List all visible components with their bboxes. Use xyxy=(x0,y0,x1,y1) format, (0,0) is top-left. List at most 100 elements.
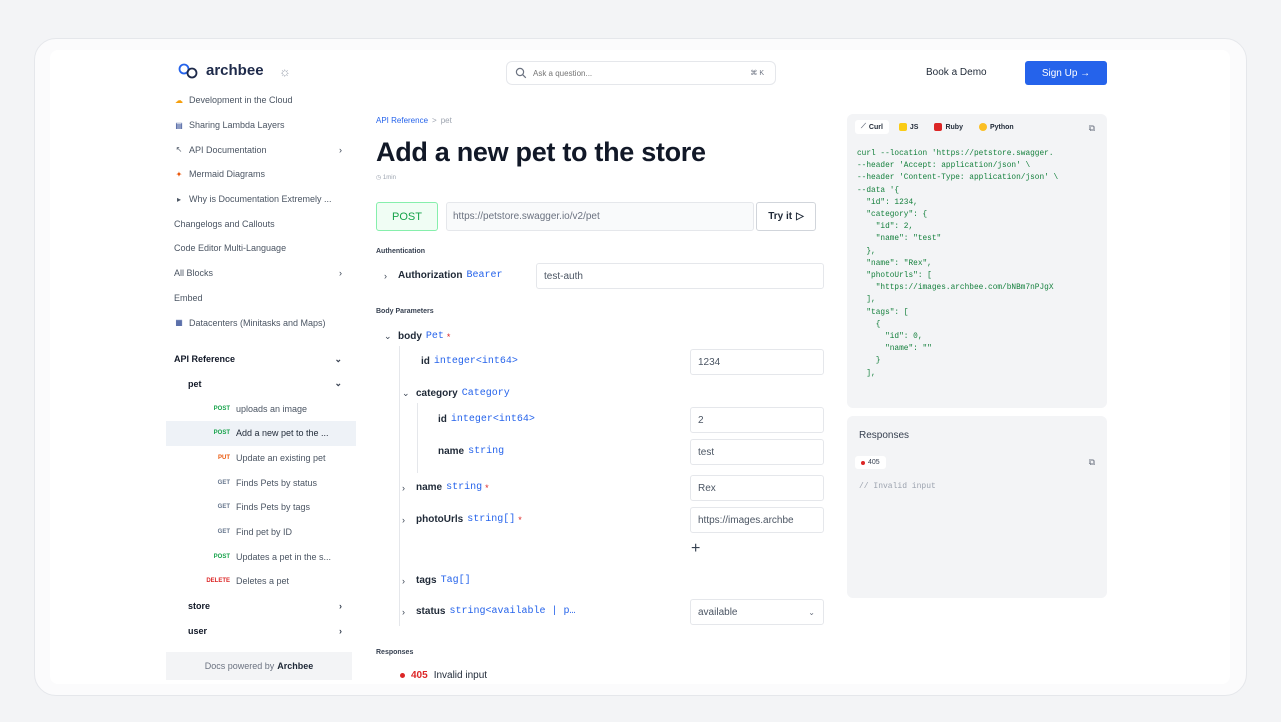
auth-param-name: Authorization xyxy=(398,270,463,281)
authentication-label: Authentication xyxy=(376,248,425,255)
photourls-param-type: string[] xyxy=(467,514,516,525)
category-name-row: name string xyxy=(438,446,504,457)
sidebar-endpoint-find-by-status[interactable]: GET Finds Pets by status xyxy=(166,470,356,495)
auth-token-field[interactable]: test-auth xyxy=(536,263,824,289)
body-param-type: Pet xyxy=(425,331,444,342)
name-field[interactable]: Rex xyxy=(690,475,824,501)
sidebar-item-code-editor[interactable]: Code Editor Multi-Language xyxy=(166,236,356,261)
tab-js[interactable]: JS xyxy=(893,120,925,134)
sidebar-group-pet[interactable]: pet ⌄ xyxy=(166,372,356,397)
response-code-tab[interactable]: 405 xyxy=(855,456,886,469)
sidebar-item-label: Development in the Cloud xyxy=(189,95,293,106)
chevron-right-icon: › xyxy=(402,606,405,617)
auth-param-row[interactable]: › Authorization Bearer xyxy=(384,270,502,281)
search-icon xyxy=(515,67,527,79)
name-param-row[interactable]: › name string * xyxy=(402,482,489,493)
sign-up-button[interactable]: Sign Up → xyxy=(1025,61,1107,85)
sidebar-item-label: Add a new pet to the ... xyxy=(236,428,329,439)
search-bar[interactable]: ⌘ K xyxy=(506,61,776,85)
sidebar-group-user[interactable]: user › xyxy=(166,618,356,643)
sidebar-item-label: Deletes a pet xyxy=(236,576,290,587)
sidebar-item-mermaid-diagrams[interactable]: ✦ Mermaid Diagrams xyxy=(166,162,356,187)
method-badge: POST xyxy=(213,430,230,437)
id-param-row: id integer<int64> xyxy=(421,356,518,367)
tab-label: Python xyxy=(989,123,1014,131)
tags-param-type: Tag[] xyxy=(440,575,471,586)
sidebar-item-lambda-layers[interactable]: ▤ Sharing Lambda Layers xyxy=(166,113,356,138)
photourls-field[interactable]: https://images.archbe xyxy=(690,507,824,533)
chevron-right-icon: › xyxy=(339,625,342,636)
id-field[interactable]: 1234 xyxy=(690,349,824,375)
sidebar-endpoint-update-pet-store[interactable]: POST Updates a pet in the s... xyxy=(166,544,356,569)
sidebar-item-label: Find pet by ID xyxy=(236,527,293,538)
response-item[interactable]: 405 Invalid input xyxy=(400,670,487,681)
play-icon: ▷ xyxy=(796,211,804,222)
status-select[interactable]: available ⌄ xyxy=(690,599,824,625)
sidebar-endpoint-upload-image[interactable]: POST uploads an image xyxy=(166,396,356,421)
sidebar-item-label: Embed xyxy=(174,292,203,303)
sidebar-item-label: All Blocks xyxy=(174,268,214,279)
body-param-row[interactable]: ⌄ body Pet * xyxy=(384,331,450,342)
logo[interactable]: archbee xyxy=(178,62,264,79)
docs-page: archbee ☼ ⌘ K Book a Demo Sign Up → ☁ Dev… xyxy=(50,50,1230,684)
name-param-type: string xyxy=(446,482,483,493)
copy-icon[interactable]: ⧉ xyxy=(1089,123,1095,134)
cloud-icon: ☁ xyxy=(175,95,183,105)
sidebar-group-store[interactable]: store › xyxy=(166,594,356,619)
tab-curl[interactable]: ⟋ Curl xyxy=(855,120,889,134)
sidebar-item-embed[interactable]: Embed xyxy=(166,286,356,311)
sidebar-endpoint-delete-pet[interactable]: DELETE Deletes a pet xyxy=(166,569,356,594)
sidebar-item-label: API Documentation xyxy=(189,144,267,155)
chevron-down-icon: ⌄ xyxy=(808,607,815,617)
sidebar-item-label: Why is Documentation Extremely ... xyxy=(189,194,332,205)
tree-line xyxy=(417,403,418,473)
endpoint-url: https://petstore.swagger.io/v2/pet xyxy=(446,202,754,231)
book-demo-link[interactable]: Book a Demo xyxy=(926,67,987,78)
sidebar-item-label: user xyxy=(188,625,208,636)
status-param-row[interactable]: › status string<available | p… xyxy=(402,606,575,617)
powered-by-footer[interactable]: Docs powered by Archbee xyxy=(166,652,352,680)
code-sample-panel: ⟋ Curl JS Ruby Python ⧉ curl --location '… xyxy=(847,114,1107,408)
sidebar-item-label: API Reference xyxy=(174,354,236,365)
sidebar-item-datacenters[interactable]: ▦ Datacenters (Minitasks and Maps) xyxy=(166,310,356,335)
copy-icon[interactable]: ⧉ xyxy=(1089,457,1095,468)
try-it-button[interactable]: Try it ▷ xyxy=(756,202,816,231)
sidebar-item-label: Finds Pets by status xyxy=(236,477,318,488)
powered-by-brand: Archbee xyxy=(277,661,314,671)
category-param-type: Category xyxy=(461,388,510,399)
sidebar-endpoint-update-pet[interactable]: PUT Update an existing pet xyxy=(166,446,356,471)
id-param-type: integer<int64> xyxy=(433,356,518,367)
category-name-type: string xyxy=(468,446,505,457)
sidebar-item-all-blocks[interactable]: All Blocks › xyxy=(166,261,356,286)
body-parameters-label: Body Parameters xyxy=(376,308,434,315)
mermaid-icon: ✦ xyxy=(175,169,183,179)
sidebar-item-api-documentation[interactable]: ↖ API Documentation › xyxy=(166,137,356,162)
sidebar-section-api-reference[interactable]: API Reference ⌄ xyxy=(166,347,356,372)
sidebar-item-label: Changelogs and Callouts xyxy=(174,218,275,229)
chevron-right-icon: › xyxy=(339,268,342,279)
category-name-field[interactable]: test xyxy=(690,439,824,465)
tab-python[interactable]: Python xyxy=(973,120,1020,134)
sidebar-endpoint-find-by-tags[interactable]: GET Finds Pets by tags xyxy=(166,495,356,520)
status-param-name: status xyxy=(416,606,446,617)
sidebar-endpoint-find-by-id[interactable]: GET Find pet by ID xyxy=(166,520,356,545)
search-input[interactable] xyxy=(533,68,742,78)
endpoint-url-bar: POST https://petstore.swagger.io/v2/pet … xyxy=(376,202,826,231)
sidebar-item-label: Finds Pets by tags xyxy=(236,502,311,513)
sidebar-item-changelogs[interactable]: Changelogs and Callouts xyxy=(166,211,356,236)
chevron-right-icon: › xyxy=(402,575,405,586)
category-param-row[interactable]: ⌄ category Category xyxy=(402,388,510,399)
pointer-icon: ↖ xyxy=(175,145,183,155)
category-id-field[interactable]: 2 xyxy=(690,407,824,433)
sidebar-endpoint-add-pet[interactable]: POST Add a new pet to the ... xyxy=(166,420,356,446)
theme-toggle-icon[interactable]: ☼ xyxy=(279,64,291,79)
tab-ruby[interactable]: Ruby xyxy=(928,120,969,134)
tab-label: JS xyxy=(909,123,919,131)
tags-param-row[interactable]: › tags Tag[] xyxy=(402,575,471,586)
sidebar-item-development-cloud[interactable]: ☁ Development in the Cloud xyxy=(166,88,356,113)
add-item-icon[interactable]: + xyxy=(691,540,700,558)
breadcrumb-root[interactable]: API Reference xyxy=(376,116,428,125)
sidebar-item-why-documentation[interactable]: ▸ Why is Documentation Extremely ... xyxy=(166,187,356,212)
photourls-param-row[interactable]: › photoUrls string[] * xyxy=(402,514,522,525)
breadcrumb-separator: > xyxy=(432,116,437,125)
